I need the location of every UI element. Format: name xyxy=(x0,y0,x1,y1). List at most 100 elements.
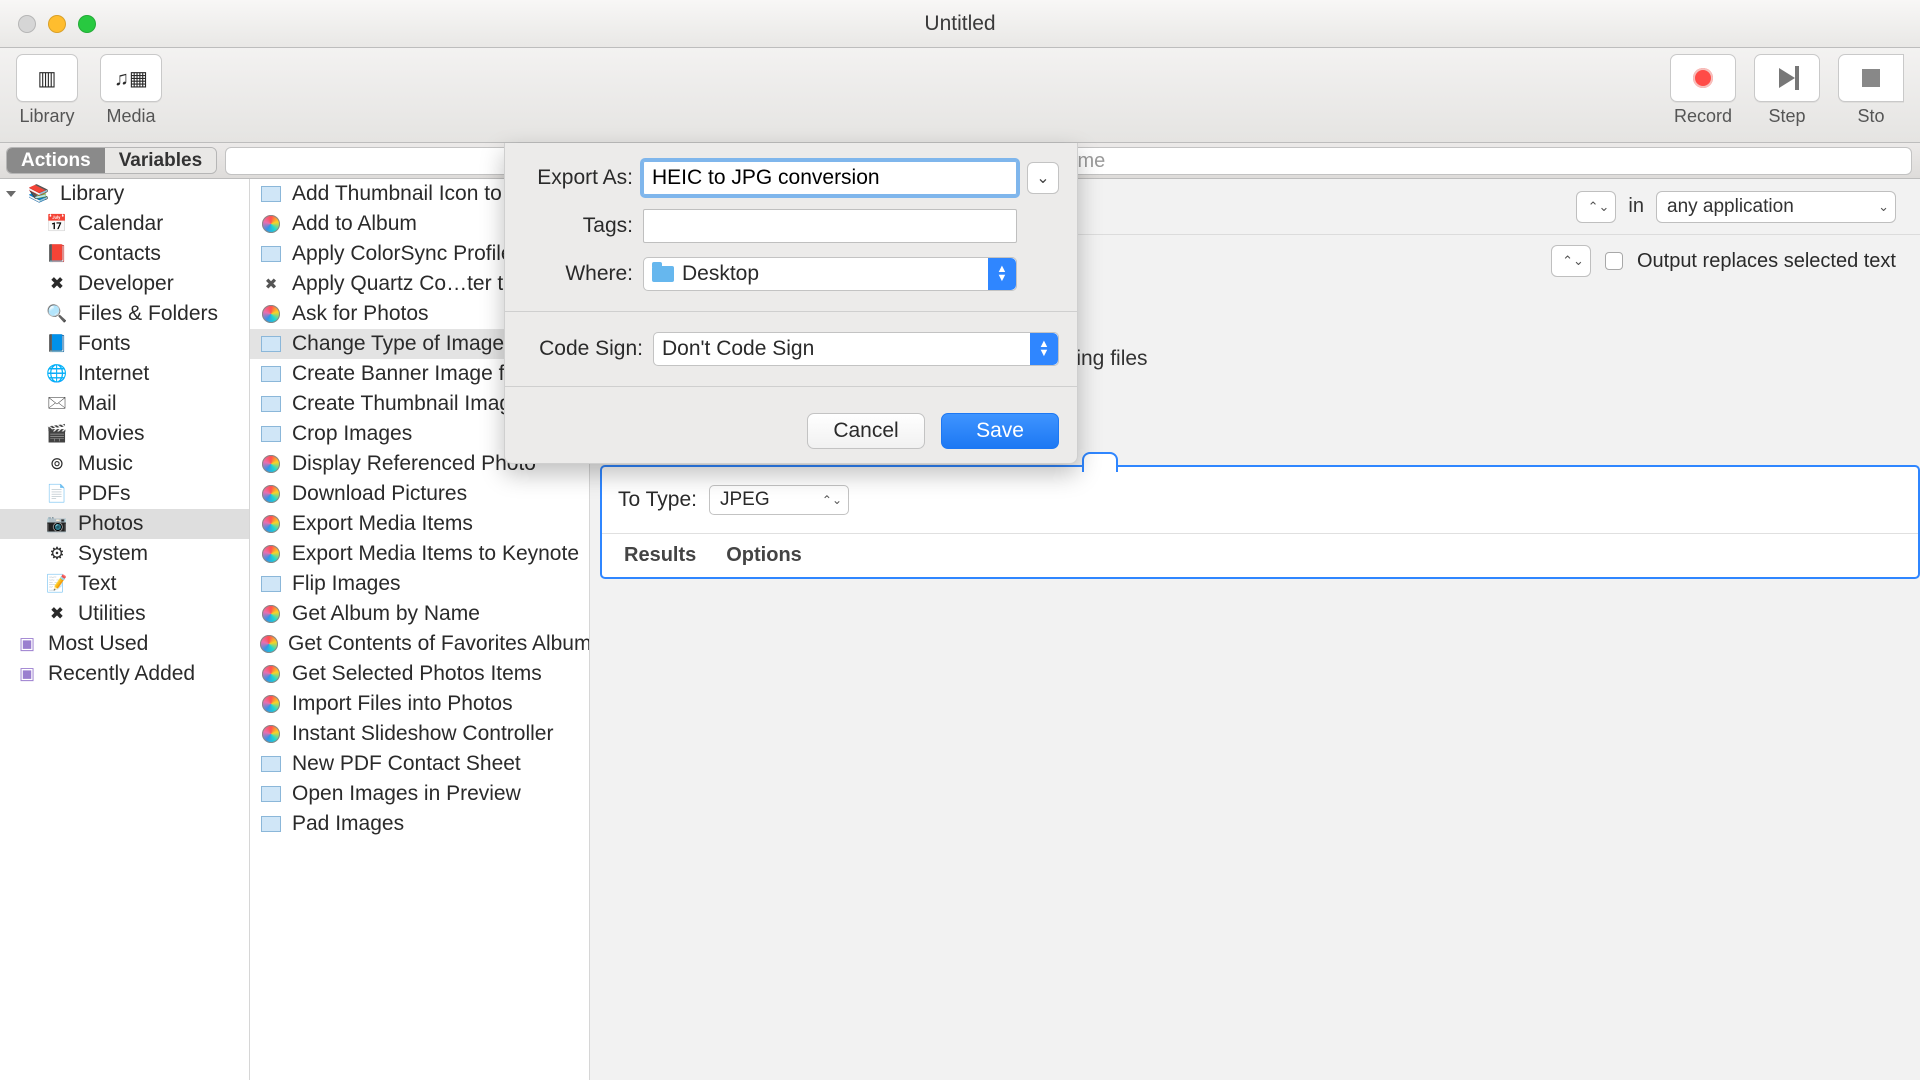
input-type-select[interactable]: ⌃⌄ xyxy=(1576,191,1616,223)
category-icon: ⚙︎ xyxy=(46,543,68,565)
category-icon: ⊚ xyxy=(46,453,68,475)
action-item[interactable]: Get Album by Name xyxy=(250,599,589,629)
action-tab-options[interactable]: Options xyxy=(726,544,802,567)
sidebar-item-text[interactable]: 📝Text xyxy=(0,569,249,599)
code-sign-select[interactable]: Don't Code Sign ▲▼ xyxy=(653,332,1059,366)
code-sign-value: Don't Code Sign xyxy=(662,337,814,361)
sidebar-item-label: Mail xyxy=(78,392,117,416)
action-tab-results[interactable]: Results xyxy=(624,544,696,567)
sidebar-smart-recently-added[interactable]: ▣Recently Added xyxy=(0,659,249,689)
expand-sheet-button[interactable]: ⌄ xyxy=(1027,162,1059,194)
sidebar-item-contacts[interactable]: 📕Contacts xyxy=(0,239,249,269)
action-item-label: Apply Quartz Co…ter to I xyxy=(292,272,527,296)
sidebar-item-label: Developer xyxy=(78,272,174,296)
sidebar-item-utilities[interactable]: ✖︎Utilities xyxy=(0,599,249,629)
sidebar-item-label: System xyxy=(78,542,148,566)
action-item[interactable]: Instant Slideshow Controller xyxy=(250,719,589,749)
where-label: Where: xyxy=(523,262,633,286)
export-as-label: Export As: xyxy=(523,166,633,190)
library-stack-icon: 📚 xyxy=(28,183,50,205)
action-item[interactable]: Pad Images xyxy=(250,809,589,839)
color-wheel-icon xyxy=(260,635,278,653)
sidebar-item-developer[interactable]: ✖︎Developer xyxy=(0,269,249,299)
toolbar: ▥ Library ♫▦ Media Record Step Sto xyxy=(0,48,1920,143)
panels-icon: ▥ xyxy=(38,66,57,91)
action-item[interactable]: Import Files into Photos xyxy=(250,689,589,719)
workflow-action-change-type[interactable]: To Type: JPEG ⌃⌄ Results Options xyxy=(600,465,1920,579)
sidebar-item-label: Calendar xyxy=(78,212,163,236)
toolbar-library-label: Library xyxy=(19,106,74,127)
category-icon: 📝 xyxy=(46,573,68,595)
code-sign-label: Code Sign: xyxy=(523,337,643,361)
action-item-label: Instant Slideshow Controller xyxy=(292,722,553,746)
traffic-close[interactable] xyxy=(18,15,36,33)
preview-thumb-icon xyxy=(261,366,281,382)
preview-thumb-icon xyxy=(261,336,281,352)
sidebar-item-system[interactable]: ⚙︎ System xyxy=(0,539,249,569)
action-item[interactable]: Download Pictures xyxy=(250,479,589,509)
output-replaces-checkbox[interactable] xyxy=(1605,252,1623,270)
sidebar-item-files-folders[interactable]: 🔍Files & Folders xyxy=(0,299,249,329)
color-wheel-icon xyxy=(262,695,280,713)
sidebar-item-label: Fonts xyxy=(78,332,131,356)
action-item[interactable]: Get Selected Photos Items xyxy=(250,659,589,689)
to-type-select[interactable]: JPEG ⌃⌄ xyxy=(709,485,849,515)
connector-in-icon xyxy=(1082,452,1118,472)
sidebar-item-photos[interactable]: 📷Photos xyxy=(0,509,249,539)
segmented-variables[interactable]: Variables xyxy=(105,147,216,174)
action-item[interactable]: Flip Images xyxy=(250,569,589,599)
sidebar-item-movies[interactable]: 🎬 Movies xyxy=(0,419,249,449)
sidebar-item-pdfs[interactable]: 📄PDFs xyxy=(0,479,249,509)
output-type-select[interactable]: ⌃⌄ xyxy=(1551,245,1591,277)
action-item-label: Get Album by Name xyxy=(292,602,480,626)
action-item-label: Get Selected Photos Items xyxy=(292,662,542,686)
action-item-label: New PDF Contact Sheet xyxy=(292,752,521,776)
sidebar-item-label: Most Used xyxy=(48,632,148,656)
category-icon: 📘 xyxy=(46,333,68,355)
divider xyxy=(505,311,1077,312)
toolbar-media-button[interactable]: ♫▦ Media xyxy=(96,54,166,127)
tags-field[interactable] xyxy=(643,209,1017,243)
action-item-label: Export Media Items to Keynote xyxy=(292,542,579,566)
action-item-label: Export Media Items xyxy=(292,512,473,536)
action-item[interactable]: New PDF Contact Sheet xyxy=(250,749,589,779)
where-select[interactable]: Desktop ▲▼ xyxy=(643,257,1017,291)
cancel-button[interactable]: Cancel xyxy=(807,413,925,449)
sidebar-smart-most-used[interactable]: ▣Most Used xyxy=(0,629,249,659)
sidebar-item-mail[interactable]: 🖂Mail xyxy=(0,389,249,419)
where-value: Desktop xyxy=(682,262,759,286)
save-button[interactable]: Save xyxy=(941,413,1059,449)
preview-thumb-icon xyxy=(261,396,281,412)
disclosure-triangle-icon[interactable] xyxy=(6,191,16,197)
toolbar-record-button[interactable]: Record xyxy=(1668,54,1738,127)
traffic-zoom[interactable] xyxy=(78,15,96,33)
toolbar-stop-button[interactable]: Sto xyxy=(1836,54,1906,127)
action-item[interactable]: Export Media Items to Keynote xyxy=(250,539,589,569)
toolbar-step-button[interactable]: Step xyxy=(1752,54,1822,127)
sidebar-item-fonts[interactable]: 📘 Fonts xyxy=(0,329,249,359)
segmented-actions[interactable]: Actions xyxy=(7,147,105,174)
category-icon: 📕 xyxy=(46,243,68,265)
toolbar-library-button[interactable]: ▥ Library xyxy=(12,54,82,127)
smart-folder-icon: ▣ xyxy=(16,663,38,685)
application-select[interactable]: any application ⌄ xyxy=(1656,191,1896,223)
sidebar-root-library[interactable]: 📚 Library xyxy=(0,179,249,209)
library-segmented: Actions Variables xyxy=(6,147,217,174)
sidebar-item-label: Music xyxy=(78,452,133,476)
sidebar-item-internet[interactable]: 🌐Internet xyxy=(0,359,249,389)
sidebar-item-music[interactable]: ⊚ Music xyxy=(0,449,249,479)
divider xyxy=(505,386,1077,387)
category-icon: 📄 xyxy=(46,483,68,505)
action-item-label: Display Referenced Photo xyxy=(292,452,536,476)
action-item[interactable]: Get Contents of Favorites Album xyxy=(250,629,589,659)
sidebar-item-label: Movies xyxy=(78,422,145,446)
action-item[interactable]: Export Media Items xyxy=(250,509,589,539)
traffic-minimize[interactable] xyxy=(48,15,66,33)
stop-icon xyxy=(1862,69,1880,87)
preview-thumb-icon xyxy=(261,816,281,832)
sidebar-item-calendar[interactable]: 📅Calendar xyxy=(0,209,249,239)
category-icon: 🎬 xyxy=(46,423,68,445)
action-item-label: Add to Album xyxy=(292,212,417,236)
export-as-field[interactable] xyxy=(643,161,1017,195)
action-item[interactable]: Open Images in Preview xyxy=(250,779,589,809)
